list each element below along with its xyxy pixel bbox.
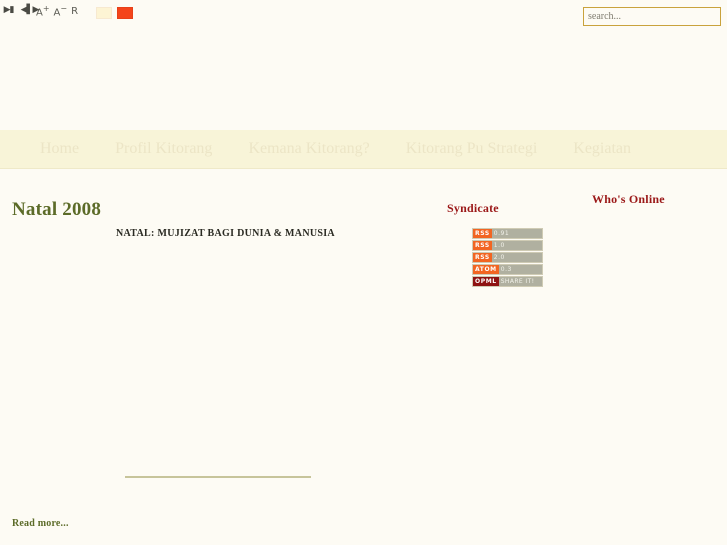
feed-badge-opml[interactable]: OPML SHARE IT!	[472, 276, 543, 287]
syndicate-module-title: Syndicate	[447, 201, 499, 215]
feed-badge-tag: RSS	[473, 253, 492, 262]
page-title: Natal 2008	[12, 198, 102, 220]
feed-badge-version: 0.91	[493, 230, 510, 237]
article-body	[116, 240, 416, 460]
nav-link-profil-kitorang[interactable]: Profil Kitorang	[115, 140, 212, 157]
increase-font-button[interactable]: A+	[36, 5, 50, 18]
top-toolbar: ▶▮ ◀▌▶ A+ A− R	[0, 0, 727, 26]
feed-badge-atom-03[interactable]: ATOM 0.3	[472, 264, 543, 275]
play-pause-icon[interactable]: ◀▌▶	[21, 4, 40, 17]
feed-badge-tag: RSS	[473, 241, 492, 250]
feed-badge-rss-091[interactable]: RSS 0.91	[472, 228, 543, 239]
increase-font-label: A	[36, 7, 43, 19]
nav-link-home[interactable]: Home	[40, 140, 79, 157]
theme-swatch-cream[interactable]	[96, 7, 112, 19]
feed-badge-rss-20[interactable]: RSS 2.0	[472, 252, 543, 263]
theme-color-switcher	[96, 7, 133, 19]
site-header-banner	[0, 26, 727, 130]
reset-font-button[interactable]: R	[71, 6, 78, 17]
feed-badge-tag: ATOM	[473, 265, 499, 274]
nav-link-kemana-kitorang[interactable]: Kemana Kitorang?	[248, 140, 369, 157]
feed-badge-version: SHARE IT!	[500, 278, 535, 285]
history-nav-controls: ▶▮ ◀▌▶	[2, 4, 40, 17]
whos-online-module: Who's Online	[588, 168, 723, 207]
skip-back-icon[interactable]: ▶▮	[2, 4, 15, 17]
nav-link-kegiatan[interactable]: Kegiatan	[573, 140, 631, 157]
nav-link-kitorang-pu-strategi[interactable]: Kitorang Pu Strategi	[406, 140, 538, 157]
read-more-link[interactable]: Read more...	[12, 518, 69, 529]
theme-swatch-orange[interactable]	[117, 7, 133, 19]
feed-badge-tag: OPML	[473, 277, 499, 286]
feed-badge-version: 1.0	[493, 242, 505, 249]
font-size-controls: A+ A− R	[36, 5, 78, 18]
whos-online-module-title: Who's Online	[592, 192, 665, 206]
feed-badge-list: RSS 0.91 RSS 1.0 RSS 2.0 ATOM 0.3 OPML S…	[472, 228, 583, 287]
nav-item-home[interactable]: Home	[40, 140, 79, 158]
feed-badge-version: 0.3	[500, 266, 512, 273]
nav-list: Home Profil Kitorang Kemana Kitorang? Ki…	[0, 130, 727, 168]
article-title: NATAL: MUJIZAT BAGI DUNIA & MANUSIA	[116, 228, 335, 240]
decrease-font-sup: −	[60, 4, 68, 13]
nav-item-kemana-kitorang[interactable]: Kemana Kitorang?	[248, 140, 369, 158]
decrease-font-button[interactable]: A−	[54, 5, 68, 18]
article-separator	[125, 476, 311, 478]
feed-badge-rss-10[interactable]: RSS 1.0	[472, 240, 543, 251]
search-box	[583, 6, 721, 26]
feed-badge-tag: RSS	[473, 229, 492, 238]
content-area: Natal 2008 NATAL: MUJIZAT BAGI DUNIA & M…	[0, 168, 727, 545]
main-column: Natal 2008 NATAL: MUJIZAT BAGI DUNIA & M…	[0, 168, 430, 545]
main-navigation: Home Profil Kitorang Kemana Kitorang? Ki…	[0, 130, 727, 169]
nav-item-profil-kitorang[interactable]: Profil Kitorang	[115, 140, 212, 158]
feed-badge-version: 2.0	[493, 254, 505, 261]
nav-item-kitorang-pu-strategi[interactable]: Kitorang Pu Strategi	[406, 140, 538, 158]
increase-font-sup: +	[42, 4, 50, 13]
nav-item-kegiatan[interactable]: Kegiatan	[573, 140, 631, 158]
search-input[interactable]	[583, 7, 721, 26]
syndicate-module: Syndicate RSS 0.91 RSS 1.0 RSS 2.0 ATOM …	[443, 168, 583, 287]
